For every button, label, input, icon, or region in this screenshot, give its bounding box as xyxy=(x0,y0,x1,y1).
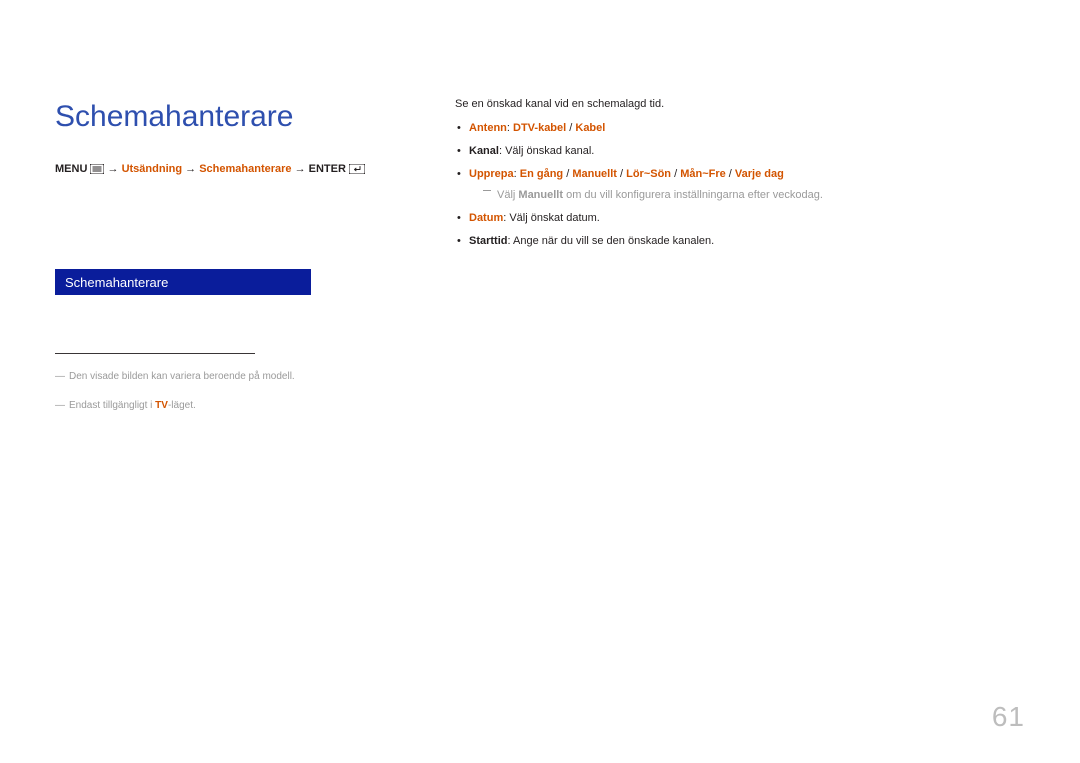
enter-label: ENTER xyxy=(309,163,346,175)
upprepa-subnote: Välj Manuellt om du vill konfigurera ins… xyxy=(469,187,1015,204)
datum-text: : Välj önskat datum. xyxy=(503,212,600,224)
upprepa-slash-2: / xyxy=(617,168,626,180)
intro-text: Se en önskad kanal vid en schemalagd tid… xyxy=(455,98,1015,110)
path-seg-1: Utsändning xyxy=(122,163,183,175)
footnote-dash-2: ― xyxy=(55,400,65,411)
upprepa-label: Upprepa xyxy=(469,168,514,180)
upprepa-opt2: Manuellt xyxy=(572,168,617,180)
upprepa-slash-4: / xyxy=(726,168,735,180)
footnote-dash-1: ― xyxy=(55,371,65,382)
footnote-1: ― Den visade bilden kan variera beroende … xyxy=(55,370,435,383)
menu-icon xyxy=(90,164,104,179)
datum-label: Datum xyxy=(469,212,503,224)
enter-icon xyxy=(349,164,365,179)
right-column: Se en önskad kanal vid en schemalagd tid… xyxy=(455,98,1015,250)
arrow-1: → xyxy=(108,163,122,175)
upprepa-slash-1: / xyxy=(563,168,572,180)
footnote-divider xyxy=(55,353,255,354)
menu-path: MENU → Utsändning → Schemahanterare → EN… xyxy=(55,162,435,179)
upprepa-sub-b: Manuellt xyxy=(518,189,563,201)
antenn-label: Antenn xyxy=(469,122,507,134)
path-seg-2: Schemahanterare xyxy=(199,163,291,175)
upprepa-opt3: Lör~Sön xyxy=(626,168,671,180)
footnote-2: ― Endast tillgängligt i TV-läget. xyxy=(55,399,435,412)
item-kanal: Kanal: Välj önskad kanal. xyxy=(455,143,1015,160)
footnote-2-text-a: Endast tillgängligt i xyxy=(69,400,155,411)
menu-label: MENU xyxy=(55,163,87,175)
antenn-opt1: DTV-kabel xyxy=(513,122,566,134)
kanal-label: Kanal xyxy=(469,145,499,157)
footnote-2-tv: TV xyxy=(155,400,168,411)
arrow-3: → xyxy=(295,163,309,175)
option-list: Antenn: DTV-kabel / Kabel Kanal: Välj ön… xyxy=(455,120,1015,250)
footnote-2-text-b: -läget. xyxy=(168,400,196,411)
kanal-text: : Välj önskad kanal. xyxy=(499,145,594,157)
upprepa-opt5: Varje dag xyxy=(735,168,784,180)
item-datum: Datum: Välj önskat datum. xyxy=(455,210,1015,227)
antenn-slash-1: / xyxy=(566,122,575,134)
item-upprepa: Upprepa: En gång / Manuellt / Lör~Sön / … xyxy=(455,166,1015,204)
arrow-2: → xyxy=(185,163,199,175)
left-column: Schemahanterare MENU → Utsändning → Sche… xyxy=(55,100,435,412)
bluebox-schemahanterare: Schemahanterare xyxy=(55,269,311,295)
antenn-opt2: Kabel xyxy=(575,122,605,134)
bluebox-label: Schemahanterare xyxy=(65,275,168,290)
upprepa-opt1: En gång xyxy=(520,168,563,180)
page-number: 61 xyxy=(992,701,1025,733)
upprepa-opt4: Mån~Fre xyxy=(680,168,726,180)
starttid-label: Starttid xyxy=(469,235,508,247)
upprepa-slash-3: / xyxy=(671,168,680,180)
upprepa-sub-c: om du vill konfigurera inställningarna e… xyxy=(563,189,823,201)
starttid-text: : Ange när du vill se den önskade kanale… xyxy=(508,235,715,247)
page-title: Schemahanterare xyxy=(55,100,435,134)
document-page: Schemahanterare MENU → Utsändning → Sche… xyxy=(0,0,1080,763)
upprepa-sub-a: Välj xyxy=(497,189,518,201)
item-starttid: Starttid: Ange när du vill se den önskad… xyxy=(455,233,1015,250)
item-antenn: Antenn: DTV-kabel / Kabel xyxy=(455,120,1015,137)
footnote-1-text: Den visade bilden kan variera beroende p… xyxy=(69,371,295,382)
